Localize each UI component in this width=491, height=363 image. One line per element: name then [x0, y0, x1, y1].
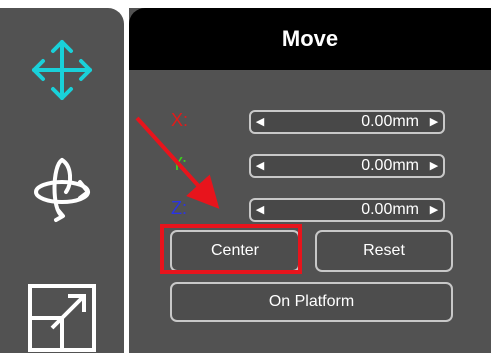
- z-value-spinner[interactable]: ◀ 0.00mm ▶: [249, 198, 445, 222]
- x-value[interactable]: 0.00mm: [361, 112, 419, 132]
- decrement-icon[interactable]: ◀: [251, 156, 269, 176]
- on-platform-button[interactable]: On Platform: [170, 282, 453, 322]
- z-axis-label: Z:: [171, 198, 187, 218]
- y-value[interactable]: 0.00mm: [361, 156, 419, 176]
- reset-button[interactable]: Reset: [315, 230, 453, 272]
- scale-icon[interactable]: [22, 278, 102, 358]
- rotate-icon[interactable]: [22, 148, 102, 228]
- x-value-spinner[interactable]: ◀ 0.00mm ▶: [249, 110, 445, 134]
- move-icon[interactable]: [22, 30, 102, 110]
- decrement-icon[interactable]: ◀: [251, 112, 269, 132]
- y-value-spinner[interactable]: ◀ 0.00mm ▶: [249, 154, 445, 178]
- increment-icon[interactable]: ▶: [425, 200, 443, 220]
- x-axis-label: X:: [171, 110, 189, 130]
- increment-icon[interactable]: ▶: [425, 112, 443, 132]
- y-axis-label: Y:: [171, 154, 188, 174]
- decrement-icon[interactable]: ◀: [251, 200, 269, 220]
- increment-icon[interactable]: ▶: [425, 156, 443, 176]
- z-value[interactable]: 0.00mm: [361, 200, 419, 220]
- annotation-highlight-box: [160, 224, 302, 274]
- tool-sidebar: [0, 8, 124, 353]
- panel-title: Move: [129, 8, 491, 70]
- move-panel: Move X: ◀ 0.00mm ▶ Y: ◀ 0.00mm ▶ Z: ◀ 0.…: [129, 8, 491, 353]
